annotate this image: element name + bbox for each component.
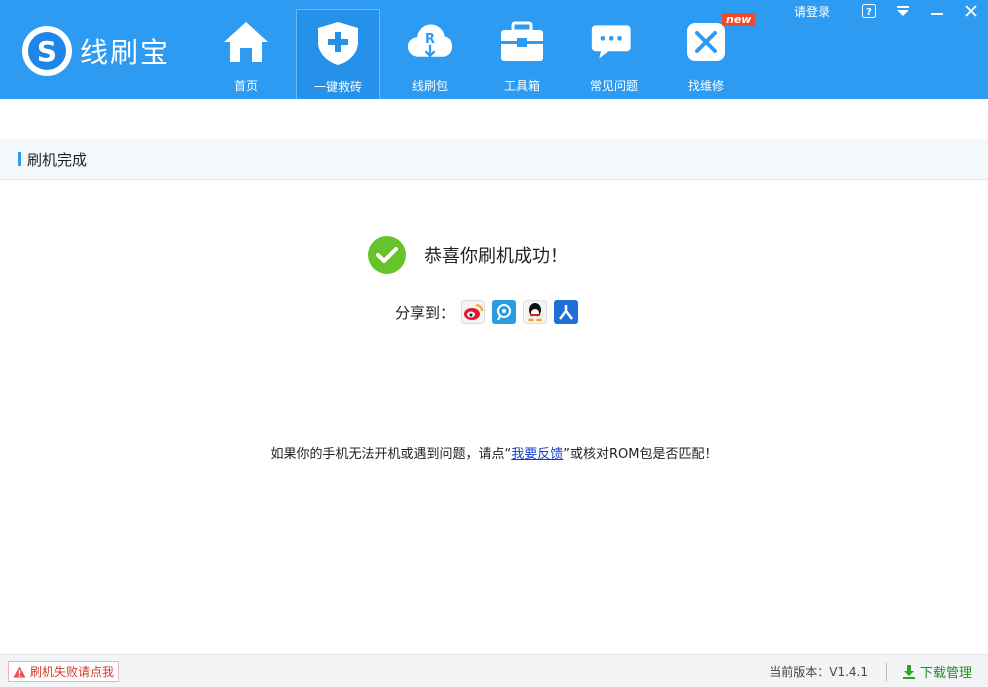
help-button[interactable]: ? [852, 0, 886, 22]
footer-bar: 刷机失败请点我 当前版本：V1.4.1 下载管理 [0, 654, 988, 687]
share-label: 分享到： [395, 303, 456, 322]
dropdown-menu-icon [897, 6, 909, 16]
success-text: 恭喜你刷机成功！ [424, 246, 568, 267]
renren-icon[interactable] [554, 300, 579, 324]
nav-faq[interactable]: 常见问题 [568, 9, 660, 99]
nav-toolbox[interactable]: 工具箱 [476, 9, 568, 99]
close-button[interactable] [954, 0, 988, 22]
nav-label: 工具箱 [503, 79, 540, 93]
flash-failed-label: 刷机失败请点我 [30, 665, 115, 679]
svg-text:R: R [425, 32, 435, 47]
svg-text:?: ? [866, 7, 872, 18]
main-nav: 首页 一键救砖 R 线刷包 工具箱 常见问题 找维修 new [200, 9, 756, 99]
header-bar: S 线刷宝 首页 一键救砖 R 线刷包 工具箱 常见问题 找维修 new 请登录… [0, 0, 988, 99]
cloud-download-icon: R [406, 19, 454, 65]
logo-icon: S [22, 26, 72, 76]
home-icon [222, 19, 270, 65]
app-logo: S 线刷宝 [22, 26, 170, 76]
tencent-weibo-icon[interactable] [492, 300, 517, 324]
nav-rom-package[interactable]: R 线刷包 [384, 9, 476, 99]
section-accent-bar [18, 152, 21, 166]
window-controls: 请登录 ? [794, 0, 988, 22]
nav-label: 首页 [233, 79, 258, 93]
checkmark-icon [368, 236, 406, 274]
help-suffix: ”或核对ROM包是否匹配！ [563, 447, 718, 462]
chat-bubbles-icon [590, 19, 638, 65]
section-title: 刷机完成 [27, 150, 88, 169]
flash-failed-button[interactable]: 刷机失败请点我 [8, 661, 120, 682]
nav-label: 一键救砖 [313, 80, 362, 94]
new-badge: new [722, 13, 756, 26]
help-prefix: 如果你的手机无法开机或遇到问题，请点“ [270, 447, 512, 462]
app-name: 线刷宝 [80, 36, 171, 69]
download-manager-button[interactable]: 下载管理 [902, 655, 972, 687]
section-header: 刷机完成 [0, 139, 988, 180]
weibo-icon[interactable] [461, 300, 486, 324]
nav-home[interactable]: 首页 [200, 9, 292, 99]
shield-plus-icon [314, 20, 362, 66]
qq-penguin-icon[interactable] [523, 300, 548, 324]
help-text: 如果你的手机无法开机或遇到问题，请点“我要反馈”或核对ROM包是否匹配！ [0, 443, 988, 462]
nav-find-repair[interactable]: 找维修 new [660, 9, 756, 99]
feedback-link[interactable]: 我要反馈 [511, 447, 563, 462]
download-label: 下载管理 [919, 666, 972, 681]
toolbox-icon [498, 19, 546, 65]
version-label: 当前版本：V1.4.1 [769, 665, 868, 679]
menu-button[interactable] [886, 0, 920, 22]
success-message: 恭喜你刷机成功！ [368, 236, 568, 274]
close-icon [965, 5, 977, 17]
warning-icon [13, 666, 26, 677]
nav-label: 常见问题 [589, 79, 638, 93]
footer-divider [886, 663, 887, 681]
login-link[interactable]: 请登录 [794, 3, 830, 20]
minimize-button[interactable] [920, 0, 954, 22]
nav-rescue[interactable]: 一键救砖 [296, 9, 380, 99]
help-icon: ? [862, 4, 876, 18]
share-row: 分享到： [395, 300, 585, 324]
subbar [0, 99, 988, 139]
minimize-icon [931, 13, 943, 15]
nav-label: 线刷包 [411, 79, 448, 93]
download-icon [902, 664, 915, 679]
nav-label: 找维修 [687, 79, 724, 93]
